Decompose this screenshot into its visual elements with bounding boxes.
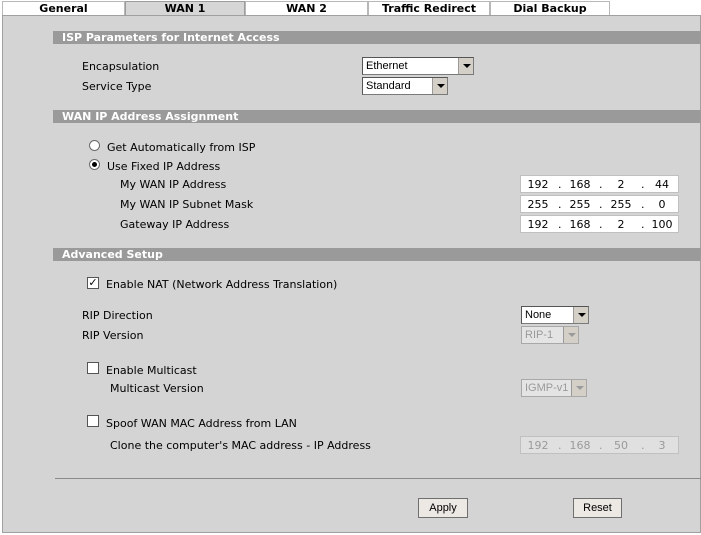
ip-dot: . <box>599 218 603 231</box>
rip-direction-value: None <box>525 309 552 321</box>
tab-general[interactable]: General <box>2 1 125 16</box>
subnet-mask-input[interactable]: 255 . 255 . 255 . 0 <box>520 195 679 213</box>
multicast-version-select[interactable]: IGMP-v1 <box>521 379 587 397</box>
service-type-select[interactable]: Standard <box>362 77 448 95</box>
subnet-mask-label: My WAN IP Subnet Mask <box>120 198 254 211</box>
divider <box>55 478 701 479</box>
gateway-octet-1[interactable]: 192 <box>521 217 555 232</box>
enable-multicast-label: Enable Multicast <box>106 364 197 377</box>
rip-version-select[interactable]: RIP-1 <box>521 326 579 344</box>
chevron-down-icon <box>571 380 586 396</box>
ip-dot: . <box>599 198 603 211</box>
tab-wan1[interactable]: WAN 1 <box>125 1 245 16</box>
ip-dot: . <box>599 178 603 191</box>
rip-direction-select[interactable]: None <box>521 306 589 324</box>
rip-version-value: RIP-1 <box>525 329 554 341</box>
gateway-octet-2[interactable]: 168 <box>563 217 597 232</box>
multicast-version-label: Multicast Version <box>110 382 204 395</box>
advanced-section-header: Advanced Setup <box>53 248 701 261</box>
spoof-mac-label: Spoof WAN MAC Address from LAN <box>106 417 297 430</box>
subnet-octet-4[interactable]: 0 <box>645 197 679 212</box>
wan-ip-octet-3[interactable]: 2 <box>604 177 638 192</box>
wan-ip-octet-4[interactable]: 44 <box>645 177 679 192</box>
tab-wan2[interactable]: WAN 2 <box>245 1 368 16</box>
chevron-down-icon <box>432 78 447 94</box>
gateway-label: Gateway IP Address <box>120 218 230 231</box>
ip-dot: . <box>558 178 562 191</box>
encapsulation-label: Encapsulation <box>82 60 160 73</box>
gateway-octet-3[interactable]: 2 <box>604 217 638 232</box>
enable-multicast-checkbox[interactable] <box>87 362 99 374</box>
service-type-label: Service Type <box>82 80 152 93</box>
chevron-down-icon <box>573 307 588 323</box>
chevron-down-icon <box>458 58 473 74</box>
apply-button[interactable]: Apply <box>418 498 468 518</box>
ip-dot: . <box>641 198 645 211</box>
spoof-mac-checkbox[interactable] <box>87 415 99 427</box>
encapsulation-select[interactable]: Ethernet <box>362 57 474 75</box>
clone-ip-octet-4[interactable]: 3 <box>645 438 679 453</box>
rip-version-label: RIP Version <box>82 329 144 342</box>
subnet-octet-1[interactable]: 255 <box>521 197 555 212</box>
wan-ip-octet-2[interactable]: 168 <box>563 177 597 192</box>
wan-ip-section-header: WAN IP Address Assignment <box>53 110 701 123</box>
clone-ip-input[interactable]: 192 . 168 . 50 . 3 <box>520 436 679 454</box>
use-fixed-ip-radio[interactable] <box>89 159 100 170</box>
ip-dot: . <box>558 198 562 211</box>
multicast-version-value: IGMP-v1 <box>525 382 569 394</box>
encapsulation-value: Ethernet <box>366 60 408 72</box>
tab-traffic-redirect[interactable]: Traffic Redirect <box>368 1 490 16</box>
ip-dot: . <box>641 218 645 231</box>
chevron-down-icon <box>563 327 578 343</box>
reset-button[interactable]: Reset <box>573 498 622 518</box>
get-automatically-radio[interactable] <box>89 140 100 151</box>
clone-ip-octet-2[interactable]: 168 <box>563 438 597 453</box>
clone-ip-octet-3[interactable]: 50 <box>604 438 638 453</box>
wan-ip-label: My WAN IP Address <box>120 178 227 191</box>
wan-ip-octet-1[interactable]: 192 <box>521 177 555 192</box>
enable-nat-label: Enable NAT (Network Address Translation) <box>106 278 338 291</box>
gateway-octet-4[interactable]: 100 <box>645 217 679 232</box>
rip-direction-label: RIP Direction <box>82 309 153 322</box>
ip-dot: . <box>599 439 603 452</box>
ip-dot: . <box>558 439 562 452</box>
tab-dial-backup[interactable]: Dial Backup <box>490 1 610 16</box>
gateway-input[interactable]: 192 . 168 . 2 . 100 <box>520 215 679 233</box>
use-fixed-ip-label: Use Fixed IP Address <box>107 160 221 173</box>
ip-dot: . <box>641 178 645 191</box>
ip-dot: . <box>558 218 562 231</box>
subnet-octet-3[interactable]: 255 <box>604 197 638 212</box>
wan-ip-input[interactable]: 192 . 168 . 2 . 44 <box>520 175 679 193</box>
get-automatically-label: Get Automatically from ISP <box>107 141 256 154</box>
service-type-value: Standard <box>366 80 411 92</box>
subnet-octet-2[interactable]: 255 <box>563 197 597 212</box>
clone-ip-octet-1[interactable]: 192 <box>521 438 555 453</box>
isp-section-header: ISP Parameters for Internet Access <box>53 31 701 44</box>
ip-dot: . <box>641 439 645 452</box>
enable-nat-checkbox[interactable]: ✓ <box>87 277 99 289</box>
clone-mac-ip-label: Clone the computer's MAC address - IP Ad… <box>110 439 371 452</box>
